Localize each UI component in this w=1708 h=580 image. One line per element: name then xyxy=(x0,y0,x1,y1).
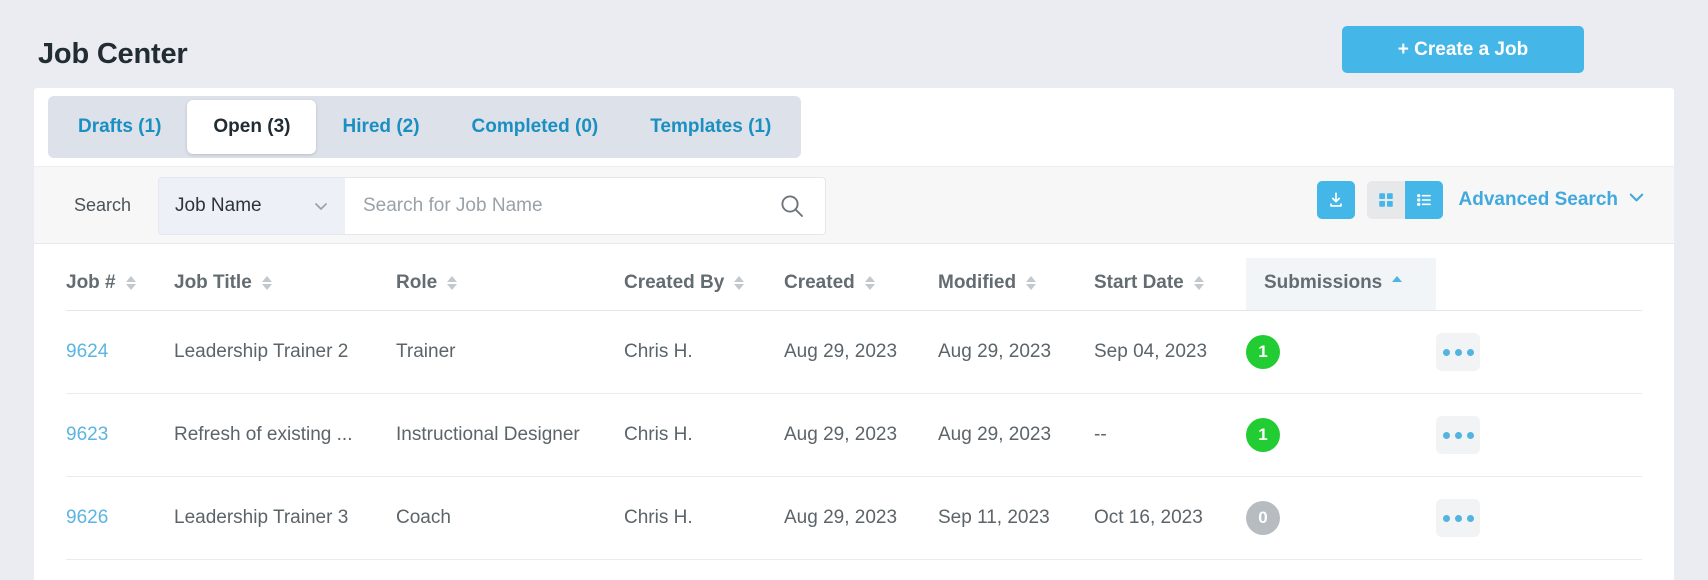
table-row[interactable]: 9623 Refresh of existing ... Instructional… xyxy=(66,393,1642,477)
cell-actions xyxy=(1436,393,1642,477)
tab-drafts[interactable]: Drafts (1) xyxy=(52,100,187,154)
cell-start-date: Oct 16, 2023 xyxy=(1094,476,1246,560)
job-number-link[interactable]: 9626 xyxy=(66,507,108,528)
cell-modified: Aug 29, 2023 xyxy=(938,310,1094,394)
column-header-label: Role xyxy=(396,272,438,293)
search-input-wrapper xyxy=(345,177,826,235)
cell-submissions: 1 xyxy=(1246,393,1436,477)
cell-created-by: Chris H. xyxy=(624,310,784,394)
submissions-badge: 0 xyxy=(1246,501,1280,535)
column-header-label: Modified xyxy=(938,272,1017,293)
column-header-label: Created By xyxy=(624,272,725,293)
job-number-link[interactable]: 9623 xyxy=(66,424,108,445)
table-row[interactable]: 9626 Leadership Trainer 3 Coach Chris H. Aug… xyxy=(66,476,1642,560)
cell-created: Aug 29, 2023 xyxy=(784,476,938,560)
main-panel: Drafts (1) Open (3) Hired (2) Completed (0)… xyxy=(34,88,1674,580)
sort-icon[interactable] xyxy=(1390,274,1404,292)
table-row[interactable]: 9624 Leadership Trainer 2 Trainer Chris H. A… xyxy=(66,310,1642,394)
jobs-table: Job # Job Title Role Created By Created Modif… xyxy=(66,258,1642,560)
sort-icon[interactable] xyxy=(732,274,746,292)
column-header-created-by[interactable]: Created By xyxy=(624,258,784,311)
cell-created: Aug 29, 2023 xyxy=(784,310,938,394)
search-label: Search xyxy=(74,195,132,215)
sort-icon[interactable] xyxy=(445,274,459,292)
column-header-label: Job # xyxy=(66,272,116,293)
cell-submissions: 1 xyxy=(1246,310,1436,394)
column-header-job[interactable]: Job # xyxy=(66,258,174,311)
column-header-modified[interactable]: Modified xyxy=(938,258,1094,311)
column-header-label: Start Date xyxy=(1094,272,1184,293)
tab-templates[interactable]: Templates (1) xyxy=(624,100,797,154)
jobs-table-header: Job # Job Title Role Created By Created Modif… xyxy=(66,258,1642,311)
submissions-badge: 1 xyxy=(1246,418,1280,452)
cell-job-title: Refresh of existing ... xyxy=(174,393,396,477)
kebab-menu-icon[interactable] xyxy=(1436,499,1480,537)
search-input[interactable] xyxy=(363,195,763,217)
cell-actions xyxy=(1436,310,1642,394)
cell-role: Trainer xyxy=(396,310,624,394)
view-mode-toggle xyxy=(1366,181,1443,219)
job-number-link[interactable]: 9624 xyxy=(66,341,108,362)
cell-created: Aug 29, 2023 xyxy=(784,393,938,477)
top-header-bar: Job Center + Create a Job xyxy=(0,0,1708,96)
cell-modified: Sep 11, 2023 xyxy=(938,476,1094,560)
tab-open[interactable]: Open (3) xyxy=(187,100,317,154)
cell-job-title: Leadership Trainer 3 xyxy=(174,476,396,560)
cell-created-by: Chris H. xyxy=(624,393,784,477)
cell-role: Instructional Designer xyxy=(396,393,624,477)
tab-bar: Drafts (1) Open (3) Hired (2) Completed (0)… xyxy=(48,96,802,158)
jobs-table-container: Job # Job Title Role Created By Created Modif… xyxy=(34,244,1674,580)
create-a-job-button[interactable]: + Create a Job xyxy=(1342,26,1584,73)
search-icon[interactable] xyxy=(779,193,805,219)
sort-icon[interactable] xyxy=(1024,274,1038,292)
tab-completed[interactable]: Completed (0) xyxy=(446,100,625,154)
job-center-page: Job Center + Create a Job Drafts (1) Open… xyxy=(0,0,1708,580)
advanced-search-toggle[interactable]: Advanced Search xyxy=(1459,188,1646,213)
chevron-down-icon xyxy=(313,198,329,214)
page-title: Job Center xyxy=(38,38,188,70)
cell-modified: Aug 29, 2023 xyxy=(938,393,1094,477)
grid-view-button[interactable] xyxy=(1367,181,1405,219)
cell-job-number: 9626 xyxy=(66,476,174,560)
column-header-label: Created xyxy=(784,272,855,293)
submissions-badge: 1 xyxy=(1246,335,1280,369)
column-header-start-date[interactable]: Start Date xyxy=(1094,258,1246,311)
sort-icon[interactable] xyxy=(1192,274,1206,292)
column-header-label: Job Title xyxy=(174,272,252,293)
cell-start-date: Sep 04, 2023 xyxy=(1094,310,1246,394)
cell-job-number: 9623 xyxy=(66,393,174,477)
cell-actions xyxy=(1436,476,1642,560)
tab-hired[interactable]: Hired (2) xyxy=(316,100,445,154)
column-header-created[interactable]: Created xyxy=(784,258,938,311)
search-toolbar: Search Job Name Search for Job Name Adva… xyxy=(34,166,1674,244)
download-button[interactable] xyxy=(1316,181,1355,219)
jobs-table-body: 9624 Leadership Trainer 2 Trainer Chris H. A… xyxy=(66,310,1642,560)
cell-submissions: 0 xyxy=(1246,476,1436,560)
kebab-menu-icon[interactable] xyxy=(1436,333,1480,371)
cell-start-date: -- xyxy=(1094,393,1246,477)
cell-created-by: Chris H. xyxy=(624,476,784,560)
search-field-selector[interactable]: Job Name xyxy=(158,177,346,235)
column-header-submissions[interactable]: Submissions xyxy=(1246,258,1436,311)
sort-icon[interactable] xyxy=(260,274,274,292)
sort-icon[interactable] xyxy=(124,274,138,292)
kebab-menu-icon[interactable] xyxy=(1436,416,1480,454)
column-header-role[interactable]: Role xyxy=(396,258,624,311)
toolbar-actions: Advanced Search xyxy=(1316,181,1646,219)
table-header-row: Job # Job Title Role Created By Created Modif… xyxy=(66,258,1642,311)
cell-job-title: Leadership Trainer 2 xyxy=(174,310,396,394)
chevron-down-icon xyxy=(1627,188,1646,213)
search-field-selector-value: Job Name xyxy=(175,195,262,216)
column-header-job-title[interactable]: Job Title xyxy=(174,258,396,311)
cell-job-number: 9624 xyxy=(66,310,174,394)
list-view-button[interactable] xyxy=(1404,181,1443,219)
column-header-actions xyxy=(1436,258,1642,311)
column-header-label: Submissions xyxy=(1264,272,1383,293)
advanced-search-label: Advanced Search xyxy=(1458,189,1618,210)
cell-role: Coach xyxy=(396,476,624,560)
sort-icon[interactable] xyxy=(863,274,877,292)
